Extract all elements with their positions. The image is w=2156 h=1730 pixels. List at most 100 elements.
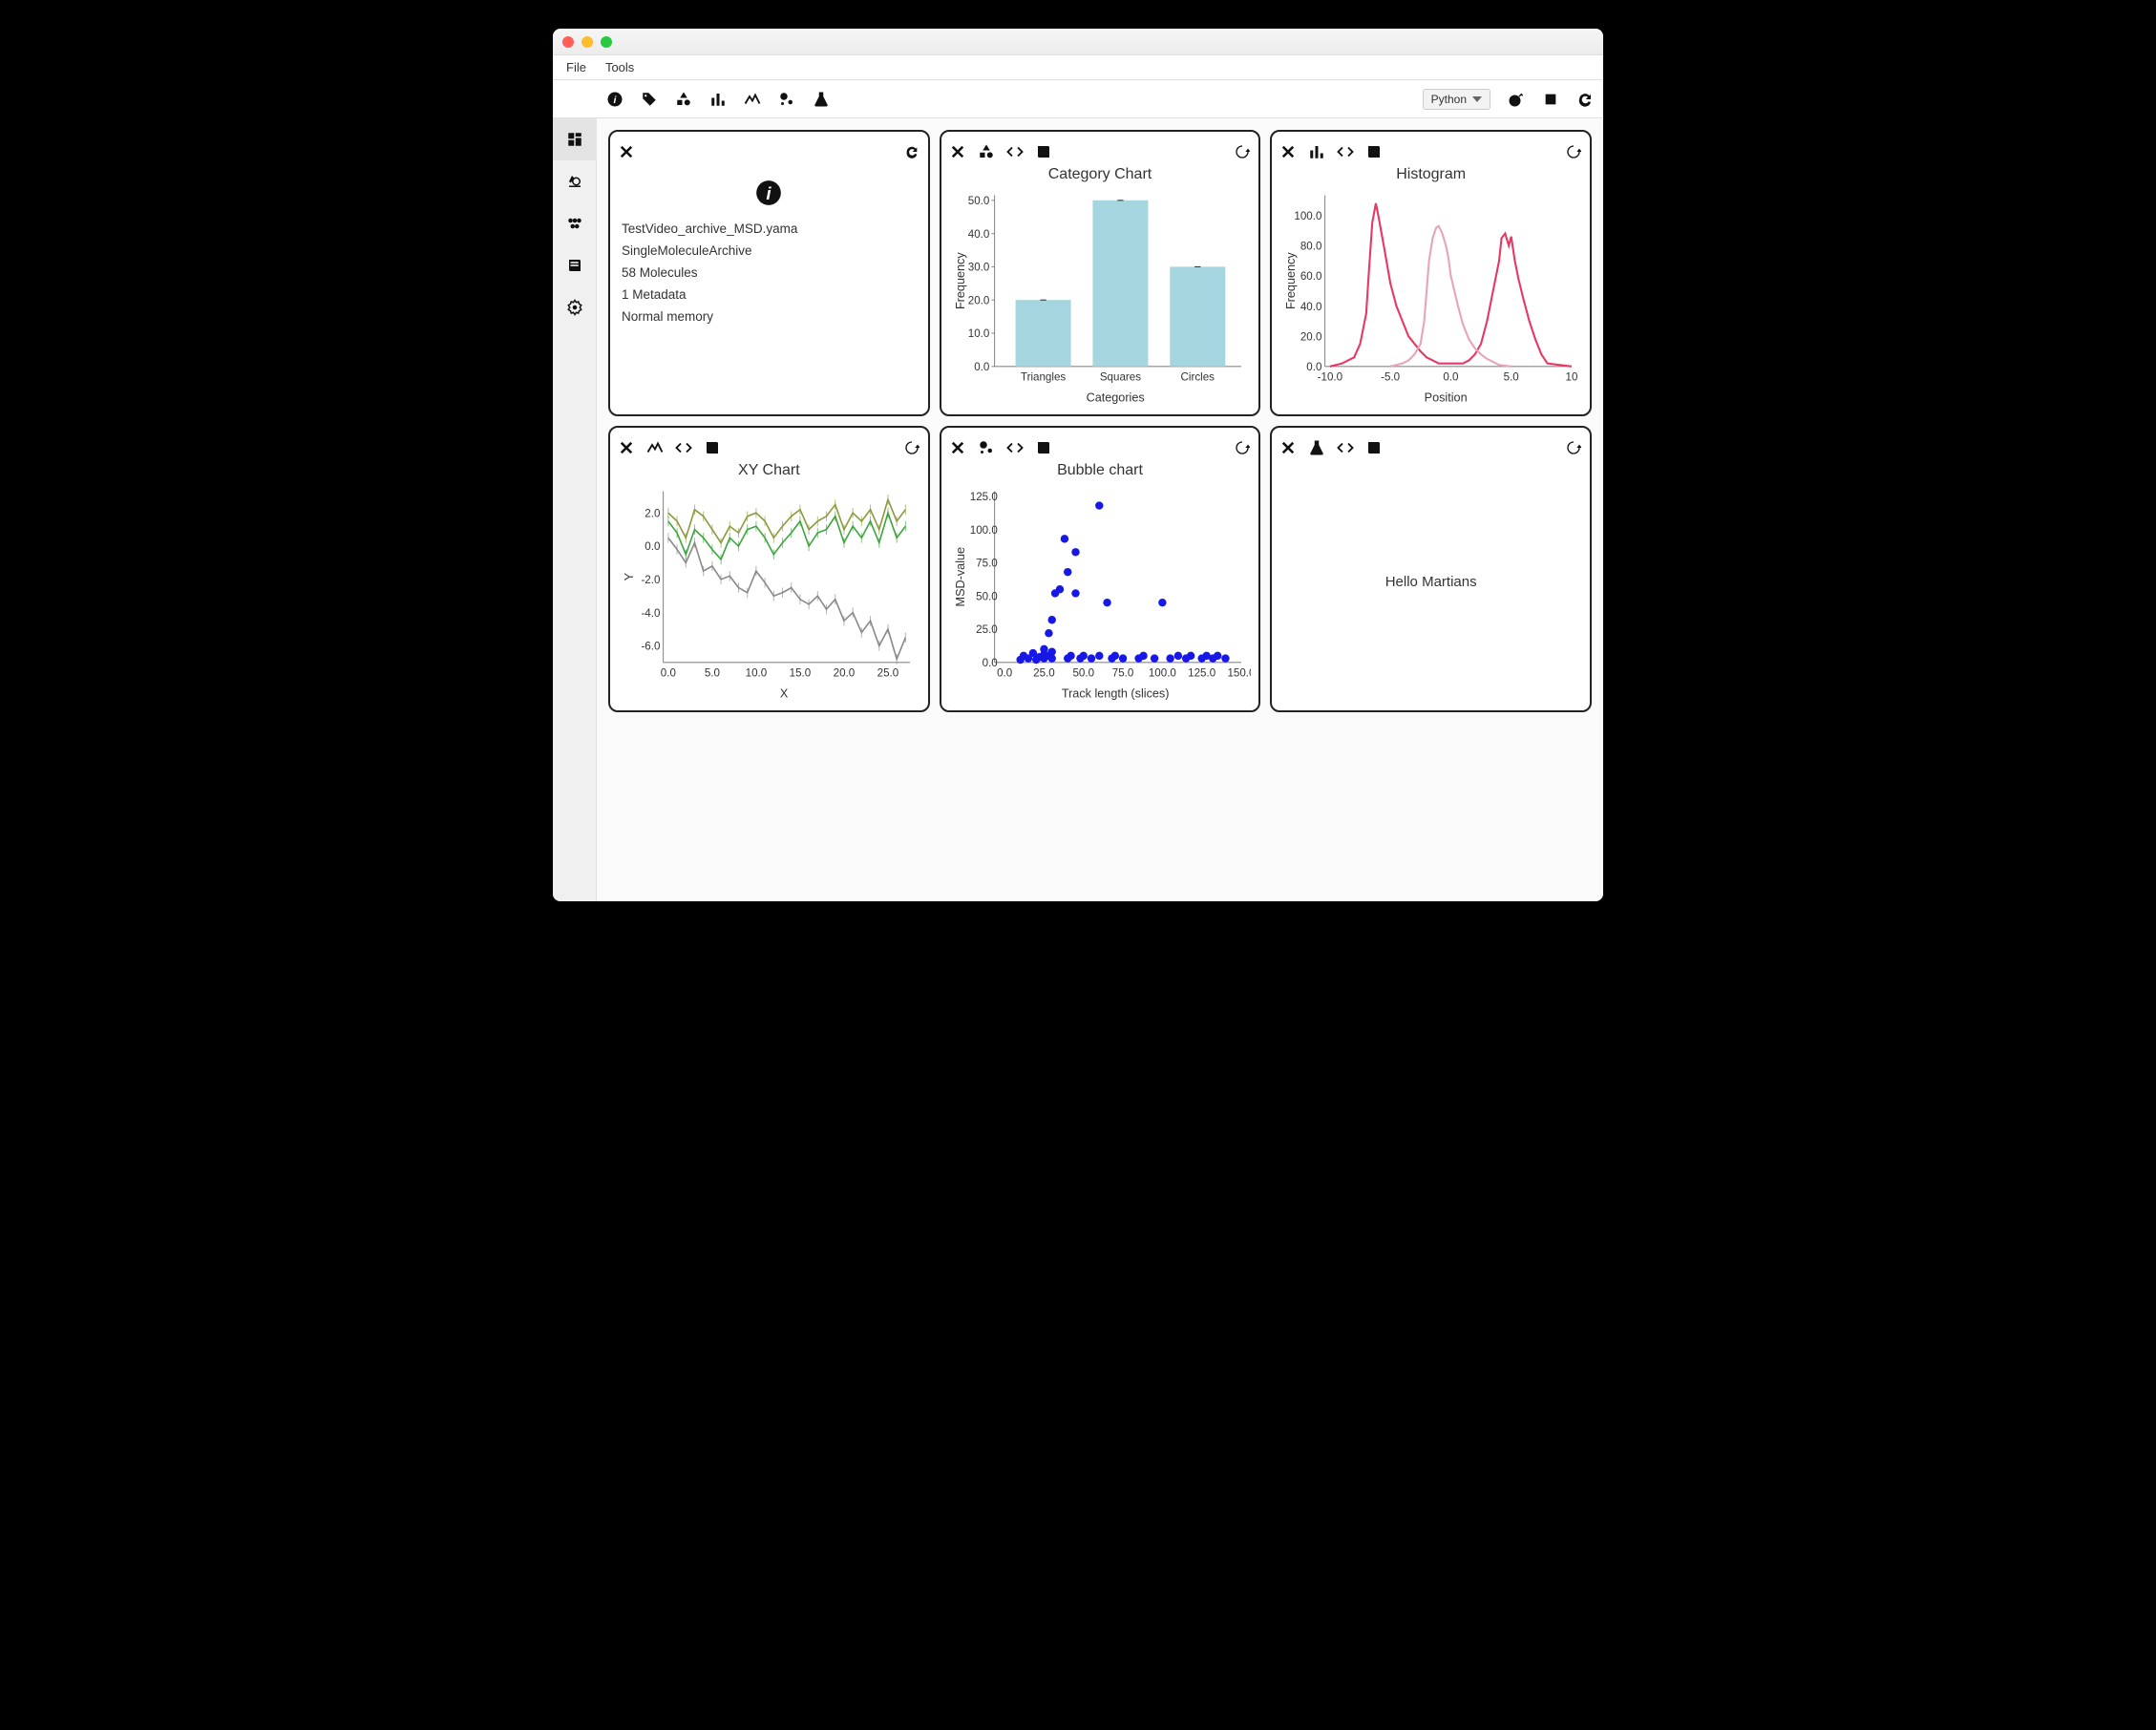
sidebar-microscope[interactable] xyxy=(553,160,597,202)
book-icon[interactable] xyxy=(1035,143,1052,160)
chart-title: Bubble chart xyxy=(949,462,1252,479)
svg-text:40.0: 40.0 xyxy=(967,228,989,241)
svg-text:80.0: 80.0 xyxy=(1300,240,1322,252)
reload-icon[interactable] xyxy=(1565,143,1582,160)
app-window: File Tools i Python xyxy=(553,29,1603,901)
svg-text:20.0: 20.0 xyxy=(834,667,856,680)
info-line: SingleMoleculeArchive xyxy=(622,241,917,263)
svg-text:5.0: 5.0 xyxy=(1504,371,1519,384)
svg-text:5.0: 5.0 xyxy=(705,667,720,680)
svg-text:100.0: 100.0 xyxy=(969,524,997,537)
close-icon[interactable] xyxy=(949,143,966,160)
info-icon[interactable]: i xyxy=(606,91,624,108)
sidebar-dashboard[interactable] xyxy=(553,118,597,160)
svg-text:X: X xyxy=(780,687,789,701)
reload-icon[interactable] xyxy=(1234,143,1251,160)
maximize-window-button[interactable] xyxy=(601,36,612,48)
chart-title: XY Chart xyxy=(618,462,920,479)
code-icon[interactable] xyxy=(675,439,692,456)
bubble-chart-icon[interactable] xyxy=(978,439,995,456)
code-icon[interactable] xyxy=(1006,439,1024,456)
refresh-icon[interactable] xyxy=(1576,91,1594,108)
sidebar-book[interactable] xyxy=(553,244,597,286)
bomb-icon[interactable] xyxy=(1508,91,1525,108)
body: i TestVideo_archive_MSD.yama SingleMolec… xyxy=(553,118,1603,901)
flask-icon[interactable] xyxy=(813,91,830,108)
book-icon[interactable] xyxy=(704,439,721,456)
book-icon[interactable] xyxy=(1365,439,1383,456)
code-icon[interactable] xyxy=(1006,143,1024,160)
bubble-chart-icon[interactable] xyxy=(778,91,795,108)
svg-text:10.0: 10.0 xyxy=(967,327,989,340)
bubble-chart-plot: 0.025.050.075.0100.0125.0 0.025.050.075.… xyxy=(949,481,1252,703)
svg-text:2.0: 2.0 xyxy=(645,507,660,519)
svg-text:10.0: 10.0 xyxy=(746,667,768,680)
line-chart-icon[interactable] xyxy=(744,91,761,108)
close-icon[interactable] xyxy=(618,143,635,160)
svg-text:60.0: 60.0 xyxy=(1300,270,1322,283)
sidebar-settings[interactable] xyxy=(553,286,597,328)
svg-text:Frequency: Frequency xyxy=(954,252,967,309)
close-icon[interactable] xyxy=(949,439,966,456)
category-icon[interactable] xyxy=(675,91,692,108)
svg-text:100.0: 100.0 xyxy=(1295,210,1322,222)
category-chart-card: Category Chart 0.010.020.030.040.050.0 T… xyxy=(940,130,1261,416)
category-icon[interactable] xyxy=(978,143,995,160)
close-icon[interactable] xyxy=(1279,439,1297,456)
svg-text:10: 10 xyxy=(1566,371,1578,384)
chart-title: Category Chart xyxy=(949,166,1252,183)
reload-icon[interactable] xyxy=(1234,439,1251,456)
svg-text:Position: Position xyxy=(1425,391,1468,405)
svg-text:Y: Y xyxy=(623,572,636,580)
histogram-plot: 0.020.040.060.080.0100.0 -10.0-5.00.05.0… xyxy=(1279,185,1582,407)
svg-text:150.0: 150.0 xyxy=(1227,667,1251,680)
close-window-button[interactable] xyxy=(562,36,574,48)
svg-text:i: i xyxy=(767,183,772,203)
flask-icon[interactable] xyxy=(1308,439,1325,456)
svg-text:0.0: 0.0 xyxy=(645,540,660,553)
menu-tools[interactable]: Tools xyxy=(605,60,634,74)
line-chart-icon[interactable] xyxy=(646,439,664,456)
stop-icon[interactable] xyxy=(1542,91,1559,108)
svg-text:0.0: 0.0 xyxy=(661,667,676,680)
svg-text:75.0: 75.0 xyxy=(1111,667,1133,680)
tag-icon[interactable] xyxy=(641,91,658,108)
info-icon: i xyxy=(622,179,917,209)
svg-text:Track length (slices): Track length (slices) xyxy=(1061,687,1169,701)
svg-text:MSD-value: MSD-value xyxy=(954,547,967,607)
book-icon[interactable] xyxy=(1035,439,1052,456)
bar-chart-icon[interactable] xyxy=(709,91,727,108)
close-icon[interactable] xyxy=(618,439,635,456)
language-select[interactable]: Python xyxy=(1423,89,1490,110)
menu-file[interactable]: File xyxy=(566,60,586,74)
svg-text:Triangles: Triangles xyxy=(1021,371,1066,384)
svg-text:25.0: 25.0 xyxy=(976,623,998,636)
svg-text:-2.0: -2.0 xyxy=(641,574,660,586)
reload-icon[interactable] xyxy=(1565,439,1582,456)
sidebar-molecules[interactable] xyxy=(553,202,597,244)
close-icon[interactable] xyxy=(1279,143,1297,160)
reload-icon[interactable] xyxy=(903,439,920,456)
script-output: Hello Martians xyxy=(1279,460,1582,703)
chart-title: Histogram xyxy=(1279,166,1582,183)
category-chart-plot: 0.010.020.030.040.050.0 TrianglesSquares… xyxy=(949,185,1252,407)
svg-text:50.0: 50.0 xyxy=(976,590,998,602)
svg-text:15.0: 15.0 xyxy=(790,667,812,680)
svg-text:25.0: 25.0 xyxy=(877,667,899,680)
svg-text:-6.0: -6.0 xyxy=(641,641,660,653)
code-icon[interactable] xyxy=(1337,439,1354,456)
refresh-icon[interactable] xyxy=(903,143,920,160)
code-icon[interactable] xyxy=(1337,143,1354,160)
info-line: TestVideo_archive_MSD.yama xyxy=(622,219,917,241)
svg-text:-5.0: -5.0 xyxy=(1381,371,1400,384)
book-icon[interactable] xyxy=(1365,143,1383,160)
info-line: 58 Molecules xyxy=(622,263,917,285)
svg-text:0.0: 0.0 xyxy=(974,361,989,373)
svg-text:20.0: 20.0 xyxy=(967,294,989,306)
svg-text:40.0: 40.0 xyxy=(1300,301,1322,313)
minimize-window-button[interactable] xyxy=(581,36,593,48)
toolbar: i Python xyxy=(553,80,1603,118)
sidebar xyxy=(553,118,597,901)
bar-chart-icon[interactable] xyxy=(1308,143,1325,160)
svg-text:0.0: 0.0 xyxy=(1444,371,1459,384)
